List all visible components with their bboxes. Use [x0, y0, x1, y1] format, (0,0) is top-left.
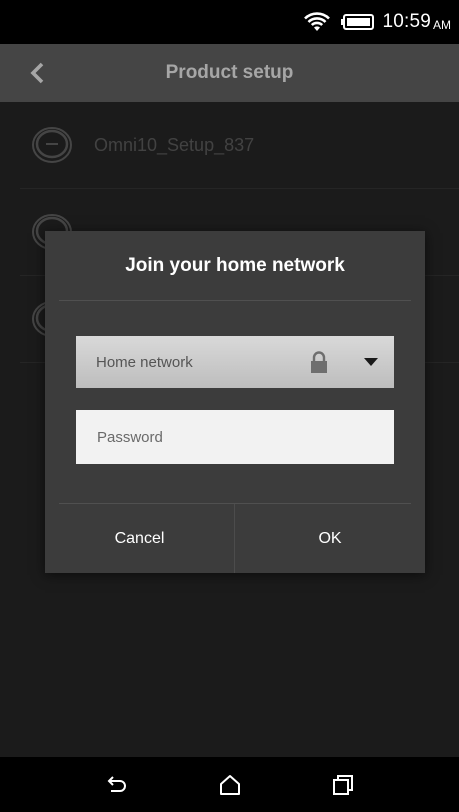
join-network-dialog: Join your home network Home network Canc… [45, 231, 425, 573]
clock-ampm: AM [433, 17, 451, 32]
wifi-icon [304, 12, 331, 31]
lock-icon [311, 351, 327, 373]
recents-nav-icon[interactable] [331, 773, 355, 797]
caret-down-icon [364, 358, 378, 366]
back-nav-icon[interactable] [105, 773, 129, 797]
password-field[interactable] [76, 410, 394, 464]
home-network-select[interactable]: Home network [76, 336, 394, 388]
dialog-title: Join your home network [125, 255, 345, 276]
cancel-button[interactable]: Cancel [45, 504, 234, 573]
clock-time: 10:59 [382, 11, 431, 32]
home-nav-icon[interactable] [218, 773, 242, 797]
system-nav-bar [0, 757, 459, 812]
divider [59, 300, 411, 301]
ok-button[interactable]: OK [235, 504, 425, 573]
battery-icon [341, 14, 375, 30]
network-select-value: Home network [96, 353, 193, 371]
status-bar: 10:59 AM [0, 0, 459, 44]
